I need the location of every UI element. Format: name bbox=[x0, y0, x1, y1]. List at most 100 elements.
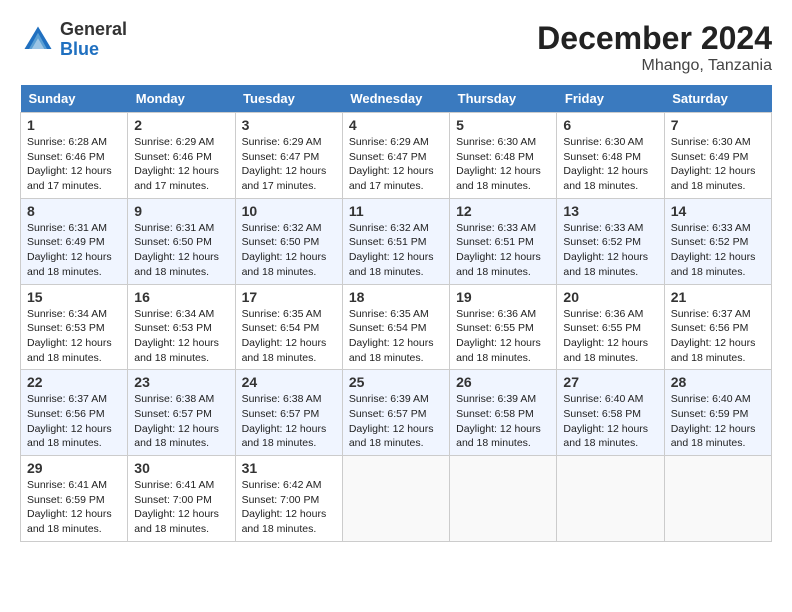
day-number: 11 bbox=[349, 203, 443, 219]
day-cell: 8 Sunrise: 6:31 AMSunset: 6:49 PMDayligh… bbox=[21, 198, 128, 284]
day-number: 25 bbox=[349, 374, 443, 390]
week-row-5: 29 Sunrise: 6:41 AMSunset: 6:59 PMDaylig… bbox=[21, 456, 772, 542]
day-number: 21 bbox=[671, 289, 765, 305]
month-title: December 2024 bbox=[537, 20, 772, 57]
day-cell: 14 Sunrise: 6:33 AMSunset: 6:52 PMDaylig… bbox=[664, 198, 771, 284]
day-cell: 18 Sunrise: 6:35 AMSunset: 6:54 PMDaylig… bbox=[342, 284, 449, 370]
day-number: 18 bbox=[349, 289, 443, 305]
day-number: 23 bbox=[134, 374, 228, 390]
day-number: 10 bbox=[242, 203, 336, 219]
day-number: 8 bbox=[27, 203, 121, 219]
day-number: 15 bbox=[27, 289, 121, 305]
day-info: Sunrise: 6:31 AMSunset: 6:50 PMDaylight:… bbox=[134, 222, 219, 278]
day-info: Sunrise: 6:35 AMSunset: 6:54 PMDaylight:… bbox=[242, 308, 327, 364]
day-info: Sunrise: 6:36 AMSunset: 6:55 PMDaylight:… bbox=[456, 308, 541, 364]
day-info: Sunrise: 6:39 AMSunset: 6:58 PMDaylight:… bbox=[456, 393, 541, 449]
day-header-saturday: Saturday bbox=[664, 85, 771, 113]
logo: General Blue bbox=[20, 20, 127, 60]
day-cell: 3 Sunrise: 6:29 AMSunset: 6:47 PMDayligh… bbox=[235, 113, 342, 199]
day-info: Sunrise: 6:40 AMSunset: 6:59 PMDaylight:… bbox=[671, 393, 756, 449]
day-number: 7 bbox=[671, 117, 765, 133]
day-info: Sunrise: 6:32 AMSunset: 6:51 PMDaylight:… bbox=[349, 222, 434, 278]
week-row-1: 1 Sunrise: 6:28 AMSunset: 6:46 PMDayligh… bbox=[21, 113, 772, 199]
day-cell: 15 Sunrise: 6:34 AMSunset: 6:53 PMDaylig… bbox=[21, 284, 128, 370]
day-info: Sunrise: 6:33 AMSunset: 6:52 PMDaylight:… bbox=[671, 222, 756, 278]
day-number: 26 bbox=[456, 374, 550, 390]
day-cell: 4 Sunrise: 6:29 AMSunset: 6:47 PMDayligh… bbox=[342, 113, 449, 199]
day-info: Sunrise: 6:33 AMSunset: 6:51 PMDaylight:… bbox=[456, 222, 541, 278]
day-info: Sunrise: 6:29 AMSunset: 6:46 PMDaylight:… bbox=[134, 136, 219, 192]
day-number: 27 bbox=[563, 374, 657, 390]
day-cell: 2 Sunrise: 6:29 AMSunset: 6:46 PMDayligh… bbox=[128, 113, 235, 199]
day-info: Sunrise: 6:38 AMSunset: 6:57 PMDaylight:… bbox=[134, 393, 219, 449]
day-number: 4 bbox=[349, 117, 443, 133]
day-info: Sunrise: 6:41 AMSunset: 7:00 PMDaylight:… bbox=[134, 479, 219, 535]
day-info: Sunrise: 6:42 AMSunset: 7:00 PMDaylight:… bbox=[242, 479, 327, 535]
day-number: 13 bbox=[563, 203, 657, 219]
week-row-2: 8 Sunrise: 6:31 AMSunset: 6:49 PMDayligh… bbox=[21, 198, 772, 284]
day-cell: 17 Sunrise: 6:35 AMSunset: 6:54 PMDaylig… bbox=[235, 284, 342, 370]
day-number: 6 bbox=[563, 117, 657, 133]
day-cell: 31 Sunrise: 6:42 AMSunset: 7:00 PMDaylig… bbox=[235, 456, 342, 542]
day-cell: 9 Sunrise: 6:31 AMSunset: 6:50 PMDayligh… bbox=[128, 198, 235, 284]
day-cell: 16 Sunrise: 6:34 AMSunset: 6:53 PMDaylig… bbox=[128, 284, 235, 370]
day-cell: 7 Sunrise: 6:30 AMSunset: 6:49 PMDayligh… bbox=[664, 113, 771, 199]
day-header-monday: Monday bbox=[128, 85, 235, 113]
logo-text: General Blue bbox=[60, 20, 127, 60]
day-info: Sunrise: 6:30 AMSunset: 6:48 PMDaylight:… bbox=[563, 136, 648, 192]
title-block: December 2024 Mhango, Tanzania bbox=[537, 20, 772, 75]
day-cell: 30 Sunrise: 6:41 AMSunset: 7:00 PMDaylig… bbox=[128, 456, 235, 542]
day-cell: 22 Sunrise: 6:37 AMSunset: 6:56 PMDaylig… bbox=[21, 370, 128, 456]
day-cell: 28 Sunrise: 6:40 AMSunset: 6:59 PMDaylig… bbox=[664, 370, 771, 456]
day-number: 24 bbox=[242, 374, 336, 390]
day-info: Sunrise: 6:33 AMSunset: 6:52 PMDaylight:… bbox=[563, 222, 648, 278]
day-info: Sunrise: 6:40 AMSunset: 6:58 PMDaylight:… bbox=[563, 393, 648, 449]
day-number: 2 bbox=[134, 117, 228, 133]
day-info: Sunrise: 6:41 AMSunset: 6:59 PMDaylight:… bbox=[27, 479, 112, 535]
logo-blue: Blue bbox=[60, 40, 127, 60]
day-cell: 11 Sunrise: 6:32 AMSunset: 6:51 PMDaylig… bbox=[342, 198, 449, 284]
day-info: Sunrise: 6:37 AMSunset: 6:56 PMDaylight:… bbox=[671, 308, 756, 364]
day-header-thursday: Thursday bbox=[450, 85, 557, 113]
day-header-sunday: Sunday bbox=[21, 85, 128, 113]
day-info: Sunrise: 6:31 AMSunset: 6:49 PMDaylight:… bbox=[27, 222, 112, 278]
day-cell: 24 Sunrise: 6:38 AMSunset: 6:57 PMDaylig… bbox=[235, 370, 342, 456]
day-number: 19 bbox=[456, 289, 550, 305]
day-info: Sunrise: 6:29 AMSunset: 6:47 PMDaylight:… bbox=[349, 136, 434, 192]
day-cell: 27 Sunrise: 6:40 AMSunset: 6:58 PMDaylig… bbox=[557, 370, 664, 456]
day-info: Sunrise: 6:35 AMSunset: 6:54 PMDaylight:… bbox=[349, 308, 434, 364]
day-info: Sunrise: 6:30 AMSunset: 6:48 PMDaylight:… bbox=[456, 136, 541, 192]
day-info: Sunrise: 6:37 AMSunset: 6:56 PMDaylight:… bbox=[27, 393, 112, 449]
day-info: Sunrise: 6:32 AMSunset: 6:50 PMDaylight:… bbox=[242, 222, 327, 278]
day-number: 30 bbox=[134, 460, 228, 476]
day-number: 3 bbox=[242, 117, 336, 133]
day-cell: 23 Sunrise: 6:38 AMSunset: 6:57 PMDaylig… bbox=[128, 370, 235, 456]
day-cell: 13 Sunrise: 6:33 AMSunset: 6:52 PMDaylig… bbox=[557, 198, 664, 284]
day-info: Sunrise: 6:29 AMSunset: 6:47 PMDaylight:… bbox=[242, 136, 327, 192]
day-info: Sunrise: 6:36 AMSunset: 6:55 PMDaylight:… bbox=[563, 308, 648, 364]
day-info: Sunrise: 6:30 AMSunset: 6:49 PMDaylight:… bbox=[671, 136, 756, 192]
day-header-tuesday: Tuesday bbox=[235, 85, 342, 113]
day-info: Sunrise: 6:38 AMSunset: 6:57 PMDaylight:… bbox=[242, 393, 327, 449]
day-number: 12 bbox=[456, 203, 550, 219]
day-number: 9 bbox=[134, 203, 228, 219]
day-cell: 10 Sunrise: 6:32 AMSunset: 6:50 PMDaylig… bbox=[235, 198, 342, 284]
day-number: 5 bbox=[456, 117, 550, 133]
day-number: 17 bbox=[242, 289, 336, 305]
day-number: 16 bbox=[134, 289, 228, 305]
day-cell bbox=[557, 456, 664, 542]
week-row-4: 22 Sunrise: 6:37 AMSunset: 6:56 PMDaylig… bbox=[21, 370, 772, 456]
logo-general: General bbox=[60, 20, 127, 40]
day-number: 1 bbox=[27, 117, 121, 133]
week-row-3: 15 Sunrise: 6:34 AMSunset: 6:53 PMDaylig… bbox=[21, 284, 772, 370]
day-header-friday: Friday bbox=[557, 85, 664, 113]
header-row: SundayMondayTuesdayWednesdayThursdayFrid… bbox=[21, 85, 772, 113]
day-cell: 6 Sunrise: 6:30 AMSunset: 6:48 PMDayligh… bbox=[557, 113, 664, 199]
day-cell: 26 Sunrise: 6:39 AMSunset: 6:58 PMDaylig… bbox=[450, 370, 557, 456]
day-cell bbox=[664, 456, 771, 542]
day-info: Sunrise: 6:28 AMSunset: 6:46 PMDaylight:… bbox=[27, 136, 112, 192]
calendar-table: SundayMondayTuesdayWednesdayThursdayFrid… bbox=[20, 85, 772, 542]
day-number: 29 bbox=[27, 460, 121, 476]
day-number: 28 bbox=[671, 374, 765, 390]
day-info: Sunrise: 6:34 AMSunset: 6:53 PMDaylight:… bbox=[134, 308, 219, 364]
